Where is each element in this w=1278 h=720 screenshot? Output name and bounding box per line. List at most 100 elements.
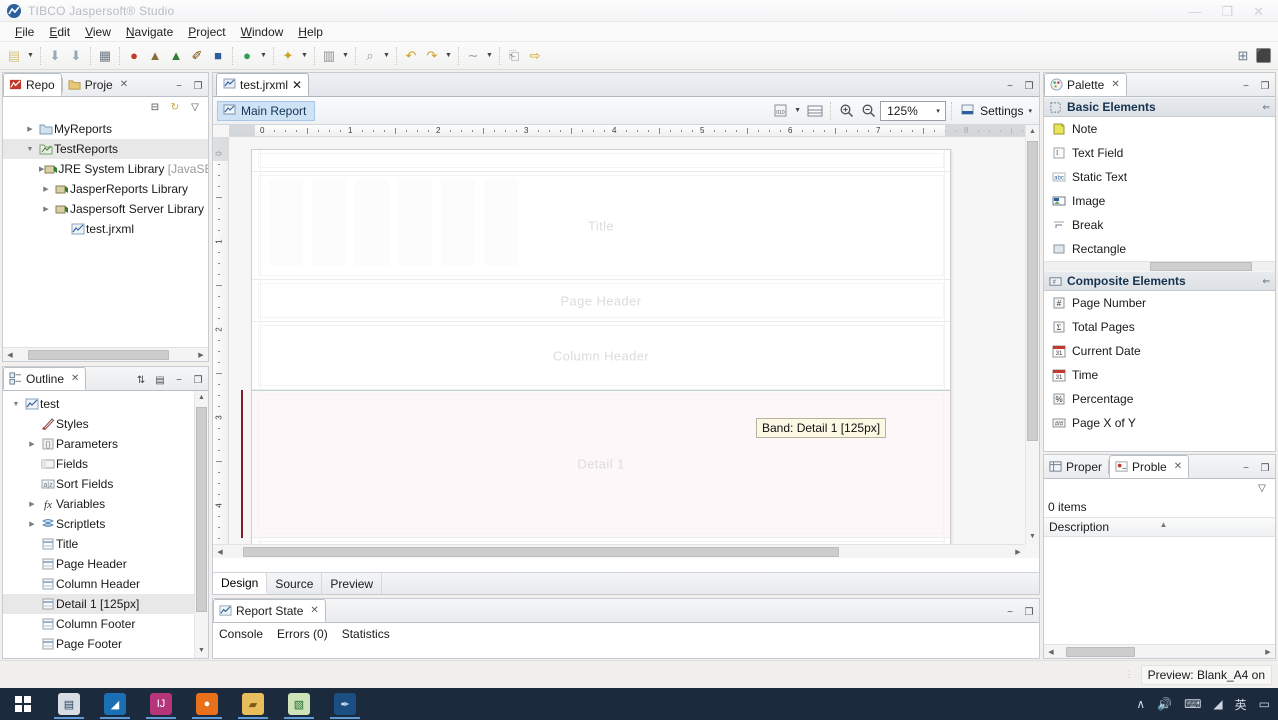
close-icon[interactable]: ✕ [1111, 79, 1119, 90]
taskbar-app-firefox[interactable]: ● [184, 688, 230, 720]
menu-item-window[interactable]: Window [234, 24, 292, 40]
chevron-right-icon[interactable]: ▶ [39, 185, 53, 193]
tree-row-sort-fields[interactable]: a|z Sort Fields [3, 474, 208, 494]
collapse-section-icon[interactable]: ⇐ [1262, 102, 1270, 113]
palette-section-composite-elements[interactable]: # Composite Elements ⇐ [1044, 271, 1275, 291]
show-hidden-icons-icon[interactable]: ∧ [1136, 697, 1145, 711]
menu-item-navigate[interactable]: Navigate [119, 24, 181, 40]
band-detail-1[interactable]: Detail 1 [252, 390, 950, 538]
palette-item-text-field[interactable]: I Text Field [1044, 141, 1275, 165]
tree-row-test[interactable]: ▼ test [3, 394, 208, 414]
next-annotation-icon[interactable]: ⇨ [525, 46, 545, 66]
tree-row-variables[interactable]: ▶ fx Variables [3, 494, 208, 514]
maximize-editor-icon[interactable]: ❐ [1022, 79, 1036, 93]
editor-tab-test-jrxml[interactable]: test.jrxml ✕ [216, 73, 310, 96]
debug-dropdown-icon[interactable]: ▼ [299, 46, 310, 66]
menu-item-view[interactable]: View [78, 24, 119, 40]
edit-query-icon[interactable]: ✐ [187, 46, 207, 66]
scroll-left-arrow-icon[interactable]: ◀ [213, 548, 227, 556]
design-canvas[interactable]: 012345678 01234 TitlePage HeaderColumn H… [213, 125, 1039, 558]
jaspersoft-perspective-icon[interactable]: ⬛ [1254, 46, 1274, 66]
tree-row-styles[interactable]: Styles [3, 414, 208, 434]
tab-outline[interactable]: Outline ✕ [3, 367, 87, 390]
tab-palette[interactable]: Palette ✕ [1044, 73, 1127, 96]
palette-item-percentage[interactable]: % Percentage [1044, 387, 1275, 411]
tree-row-jre-system-library[interactable]: ▶JRE System Library [JavaSE-1.8] [3, 159, 208, 179]
tab-report-state[interactable]: Report State ✕ [213, 599, 326, 622]
chevron-down-icon[interactable]: ▼ [9, 401, 23, 408]
maximize-view-icon[interactable]: ❐ [1258, 461, 1272, 475]
data-adapter-icon[interactable]: ■ [208, 46, 228, 66]
canvas-hscrollbar[interactable]: ◀ ▶ [213, 544, 1025, 558]
keyboard-icon[interactable]: ⌨ [1184, 697, 1201, 711]
maximize-view-icon[interactable]: ❐ [191, 79, 205, 93]
history-dropdown-icon[interactable]: ▼ [443, 46, 454, 66]
tree-row-page-header[interactable]: Page Header [3, 554, 208, 574]
minimize-button[interactable]: — [1188, 5, 1201, 18]
report-state-tab-statistics[interactable]: Statistics [342, 627, 390, 641]
scroll-down-arrow-icon[interactable]: ▼ [1026, 530, 1039, 544]
chevron-right-icon[interactable]: ▶ [25, 440, 39, 448]
palette-item-rectangle[interactable]: Rectangle [1044, 237, 1275, 261]
collapse-all-icon[interactable]: ⊟ [148, 100, 162, 114]
chevron-right-icon[interactable]: ▶ [39, 205, 53, 213]
scroll-right-arrow-icon[interactable]: ▶ [194, 351, 208, 359]
tree-row-myreports[interactable]: ▶ MyReports [3, 119, 208, 139]
tree-row-jasperreports-library[interactable]: ▶ JasperReports Library [3, 179, 208, 199]
link-icon[interactable]: ∼ [463, 46, 483, 66]
scroll-right-arrow-icon[interactable]: ▶ [1261, 648, 1275, 656]
taskbar-app-intellij-idea[interactable]: IJ [138, 688, 184, 720]
chevron-down-icon[interactable]: ▼ [23, 146, 37, 153]
preview-status[interactable]: Preview: Blank_A4 on [1140, 664, 1272, 685]
close-icon[interactable]: ✕ [120, 79, 128, 90]
menu-item-help[interactable]: Help [291, 24, 331, 40]
chevron-right-icon[interactable]: ▶ [25, 500, 39, 508]
close-icon[interactable]: ✕ [1174, 461, 1182, 472]
problems-hscroll-thumb[interactable] [1066, 646, 1136, 657]
maximize-button[interactable]: ❐ [1221, 5, 1233, 18]
report-dataset-dropdown-icon[interactable]: ▼ [792, 101, 803, 121]
compile-report-icon[interactable]: ▦ [95, 46, 115, 66]
network-icon[interactable]: ◢ [1213, 697, 1222, 711]
sort-outline-icon[interactable]: ⇅ [134, 373, 148, 387]
hscroll-track[interactable] [17, 349, 194, 360]
main-report-chip[interactable]: Main Report [217, 100, 316, 121]
band-page-header[interactable]: Page Header [252, 280, 950, 322]
close-button[interactable]: ✕ [1253, 5, 1264, 18]
tree-row-scriptlets[interactable]: ▶ Scriptlets [3, 514, 208, 534]
palette-item-total-pages[interactable]: Σ Total Pages [1044, 315, 1275, 339]
link-dropdown-icon[interactable]: ▼ [484, 46, 495, 66]
maximize-view-icon[interactable]: ❐ [1258, 79, 1272, 93]
taskbar-app-vscode[interactable]: ◢ [92, 688, 138, 720]
report-page[interactable]: Title Page Header Column Header Detail 1 [241, 149, 951, 558]
band-visibility-icon[interactable] [805, 101, 825, 121]
minimize-editor-icon[interactable]: − [1003, 79, 1017, 93]
palette-item-page-number[interactable]: # Page Number [1044, 291, 1275, 315]
tab-proje[interactable]: Proje ✕ [63, 73, 134, 96]
taskbar-app-excel[interactable]: ▧ [276, 688, 322, 720]
zoom-level-combobox[interactable]: 125% ▾ [880, 100, 947, 121]
scroll-left-arrow-icon[interactable]: ◀ [1044, 648, 1058, 656]
pin-icon[interactable]: ⎗ [504, 46, 524, 66]
tab-repo[interactable]: Repo [3, 73, 62, 96]
tree-row-title[interactable]: Title [3, 534, 208, 554]
notifications-icon[interactable]: ▭ [1259, 697, 1270, 711]
ime-language-icon[interactable]: 英 [1235, 696, 1247, 713]
view-menu-icon[interactable]: ▽ [188, 100, 202, 114]
windows-start-icon[interactable] [0, 688, 46, 720]
menu-item-file[interactable]: File [8, 24, 42, 40]
palette-item-time[interactable]: 31 Time [1044, 363, 1275, 387]
back-icon[interactable]: ↶ [401, 46, 421, 66]
palette-section-basic-elements[interactable]: Basic Elements ⇐ [1044, 97, 1275, 117]
minimize-view-icon[interactable]: − [1239, 79, 1253, 93]
preview-report-icon[interactable]: ● [124, 46, 144, 66]
canvas-vscroll-thumb[interactable] [1027, 141, 1038, 441]
band-background[interactable] [252, 150, 950, 172]
export-report-icon[interactable]: ▲ [145, 46, 165, 66]
outline-vscrollbar[interactable]: ▲ ▼ [194, 391, 208, 658]
palette-scroll-thumb[interactable] [1150, 262, 1252, 271]
problems-column-header[interactable]: Description ▲ [1044, 517, 1275, 537]
scroll-up-arrow-icon[interactable]: ▲ [1026, 125, 1039, 139]
canvas-vscrollbar[interactable]: ▲ ▼ [1025, 125, 1039, 544]
problems-hscrollbar[interactable]: ◀ ▶ [1044, 644, 1275, 658]
